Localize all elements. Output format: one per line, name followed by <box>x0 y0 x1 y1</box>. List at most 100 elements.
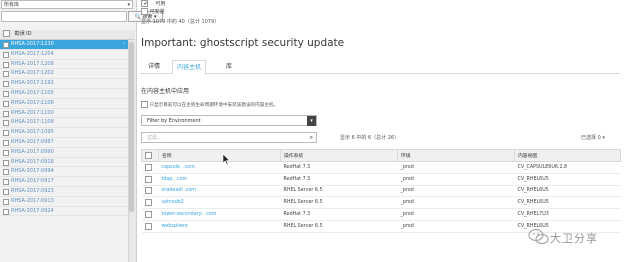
available-filter[interactable]: ✔ 可用 <box>141 0 165 8</box>
advisory-checkbox[interactable] <box>3 90 9 97</box>
column-os[interactable]: 操作系统 <box>280 149 398 162</box>
advisory-item[interactable]: RHSA-2017:1105 <box>0 89 128 99</box>
advisory-item[interactable]: RHSA-2017:1202 <box>0 69 128 80</box>
advisory-item[interactable]: RHSA-2017:1230 › <box>0 40 128 50</box>
advisory-id: RHSA-2017:0923 <box>11 187 54 194</box>
advisory-id: RHSA-2017:1106 <box>11 99 54 106</box>
advisory-checkbox[interactable] <box>3 198 9 205</box>
advisory-id: RHSA-2017:1230 <box>11 41 54 47</box>
advisory-checkbox[interactable] <box>3 179 9 186</box>
advisory-id: RHSA-2017:1095 <box>11 129 54 136</box>
select-all-checkbox[interactable] <box>3 30 10 37</box>
host-name[interactable]: oradeadl .com <box>158 185 281 198</box>
advisory-checkbox[interactable] <box>3 51 9 58</box>
advisory-checkbox[interactable] <box>3 130 9 137</box>
host-os: RedHat 7.3 <box>280 208 398 221</box>
installable-filter[interactable]: 可安装 <box>141 8 165 16</box>
host-checkbox[interactable] <box>144 222 152 230</box>
page-title: Important: ghostscript security update <box>141 37 345 49</box>
chevron-down-icon: ▾ <box>127 2 130 8</box>
advisory-count: 显示 1079 中的 40（总计 1079） <box>141 19 220 25</box>
table-row[interactable]: oradeadl .com RHEL Server 6.5 _prod CV_RHEL… <box>141 185 621 198</box>
host-name[interactable]: satnode2 <box>158 196 281 210</box>
host-checkbox[interactable] <box>144 163 152 171</box>
host-select-cell <box>141 196 159 210</box>
host-select-cell <box>141 220 159 233</box>
advisory-item[interactable]: RHSA-2017:0990 <box>0 148 128 158</box>
table-row[interactable]: tdap. .com RedHat 7.3 _prod CV_RHEL6U5 <box>141 173 621 186</box>
column-name[interactable]: 名称 <box>158 149 281 162</box>
table-header-row: 名称 操作系统 环境 内容视图 <box>141 149 621 162</box>
errata-id-header: 勘误 ID <box>14 31 32 37</box>
advisory-checkbox[interactable] <box>3 100 9 107</box>
installable-label: 可安装 <box>149 9 165 15</box>
section-heading: 在内容主机中应用 <box>141 88 190 95</box>
advisory-id: RHSA-2017:1204 <box>11 50 54 57</box>
host-filter-input[interactable]: 过滤... ⌕ <box>141 132 317 143</box>
table-row[interactable]: capsule. .com RedHat 7.3 _prod CV_CAPSULE6U… <box>141 161 621 174</box>
tab-details[interactable]: 详情 <box>144 60 164 73</box>
advisory-item[interactable]: RHSA-2017:1208 <box>0 60 128 70</box>
host-checkbox[interactable] <box>144 187 152 195</box>
select-all-hosts-cell <box>141 149 159 162</box>
search-icon: 🔍 <box>134 14 141 20</box>
watermark: 大卫分享 <box>528 218 638 254</box>
advisory-checkbox[interactable] <box>3 159 9 166</box>
host-name[interactable]: tdap. .com <box>158 173 281 186</box>
advisory-item[interactable]: RHSA-2017:0987 <box>0 138 128 148</box>
advisory-checkbox[interactable] <box>3 110 9 117</box>
advisory-id: RHSA-2017:1100 <box>11 109 54 116</box>
host-name[interactable]: tower-secondary- .com <box>158 208 281 221</box>
chevron-down-icon[interactable]: ▾ <box>602 135 605 141</box>
advisory-item[interactable]: RHSA-2017:1106 <box>0 99 128 109</box>
advisory-checkbox[interactable] <box>3 139 9 146</box>
host-checkbox[interactable] <box>144 199 152 207</box>
host-checkbox[interactable] <box>144 211 152 219</box>
select-all-hosts-checkbox[interactable] <box>145 152 152 159</box>
chevron-right-icon: › <box>123 41 125 47</box>
environment-restrict-option[interactable]: 只显示目前可以在主机生命周期环境中安装该勘误的内容主机。 <box>141 101 278 108</box>
advisory-item[interactable]: RHSA-2017:0913 <box>0 197 128 207</box>
advisory-checkbox[interactable] <box>3 208 9 215</box>
advisory-item[interactable]: RHSA-2017:0917 <box>0 177 128 187</box>
watermark-text: 大卫分享 <box>550 232 598 245</box>
environment-restrict-checkbox[interactable] <box>141 101 148 108</box>
advisory-checkbox[interactable] <box>3 81 9 88</box>
repository-select[interactable]: 所有库 ▾ <box>1 0 133 9</box>
advisory-item[interactable]: RHSA-2017:0923 <box>0 187 128 197</box>
host-name[interactable]: websphere <box>158 220 281 233</box>
column-content-view[interactable]: 内容视图 <box>514 149 621 162</box>
host-content-view: CV_RHEL6U5 <box>514 173 621 186</box>
host-os: RHEL Server 6.5 <box>280 220 398 233</box>
advisory-item[interactable]: RHSA-2017:1192 <box>0 79 128 89</box>
advisory-checkbox[interactable] <box>3 149 9 156</box>
table-row[interactable]: satnode2 RHEL Server 6.5 _prod CV_RHEL6U5 <box>141 196 621 210</box>
scrollbar-thumb[interactable] <box>129 42 134 212</box>
tab-repositories[interactable]: 库 <box>222 60 236 73</box>
advisory-id: RHSA-2017:0994 <box>11 168 54 175</box>
environment-filter-select[interactable]: Filter by Environment ▾ <box>141 115 317 126</box>
advisory-item[interactable]: RHSA-2017:1108 <box>0 118 128 129</box>
advisory-item[interactable]: RHSA-2017:1095 <box>0 128 128 138</box>
advisory-checkbox[interactable] <box>3 188 9 195</box>
advisory-checkbox[interactable] <box>3 71 9 78</box>
host-select-cell <box>141 208 159 221</box>
advisory-item[interactable]: RHSA-2017:0994 <box>0 167 128 178</box>
installable-checkbox[interactable] <box>141 8 148 15</box>
advisory-item[interactable]: RHSA-2017:1100 <box>0 109 128 119</box>
advisory-search-input[interactable] <box>1 11 127 22</box>
advisory-checkbox[interactable] <box>3 42 9 48</box>
host-checkbox[interactable] <box>144 175 152 183</box>
advisory-checkbox[interactable] <box>3 169 9 176</box>
advisory-item[interactable]: RHSA-2017:1204 <box>0 50 128 60</box>
column-environment[interactable]: 环境 <box>397 149 515 162</box>
host-name[interactable]: capsule. .com <box>158 161 281 174</box>
host-select-cell <box>141 185 159 198</box>
tab-content-hosts[interactable]: 内容主机 <box>172 60 207 75</box>
host-os: RHEL Server 6.5 <box>280 196 398 210</box>
advisory-checkbox[interactable] <box>3 120 9 127</box>
host-environment: _prod <box>397 161 515 174</box>
advisory-item[interactable]: RHSA-2017:0918 <box>0 158 128 168</box>
advisory-checkbox[interactable] <box>3 61 9 68</box>
advisory-item[interactable]: RHSA-2017:0924 <box>0 207 128 217</box>
